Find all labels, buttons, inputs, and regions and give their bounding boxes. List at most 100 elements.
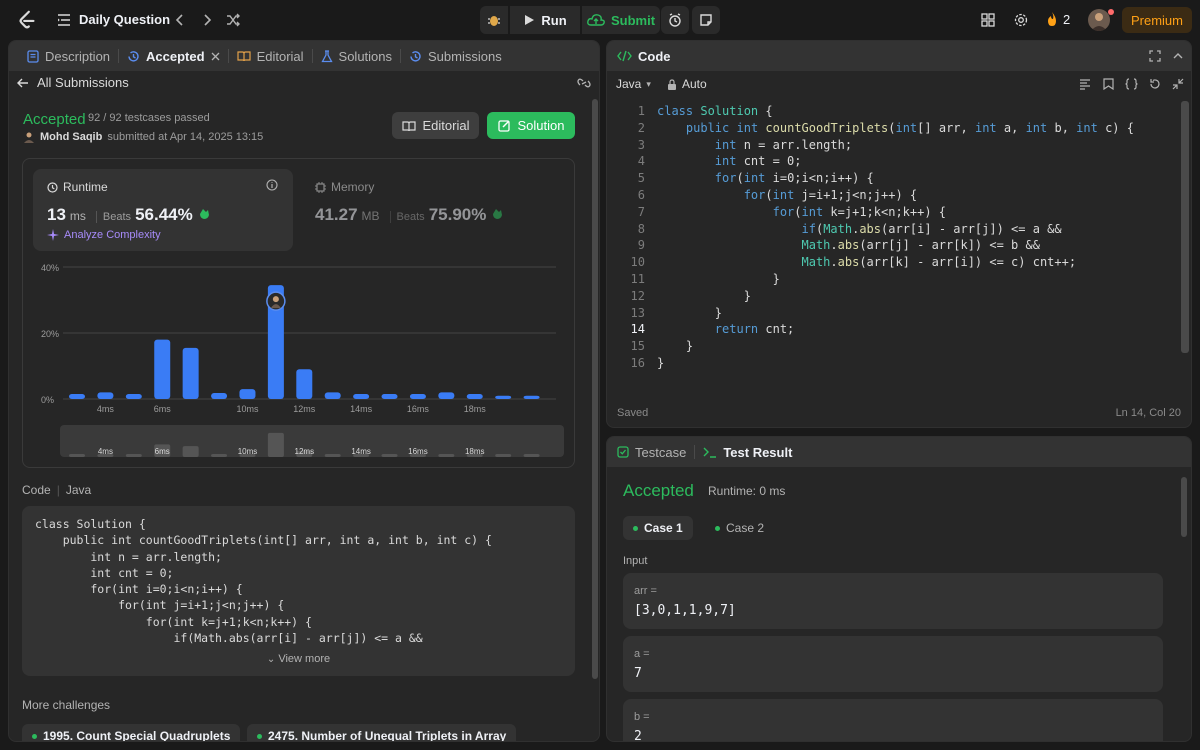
submission-status: Accepted — [23, 111, 86, 128]
editorial-button[interactable]: Editorial — [392, 112, 479, 139]
share-link-icon[interactable] — [577, 77, 591, 89]
clap-hands-icon — [199, 209, 209, 219]
challenge-chip[interactable]: 2475. Number of Unequal Triplets in Arra… — [247, 724, 517, 741]
editor-scrollbar[interactable] — [1181, 101, 1189, 353]
document-icon — [27, 49, 39, 63]
more-challenges-header: More challenges — [22, 698, 111, 712]
bookmark-icon[interactable] — [1103, 78, 1114, 90]
code-line: int n = arr.length; — [714, 137, 853, 152]
premium-button[interactable]: Premium — [1122, 7, 1192, 33]
chart-bar — [353, 394, 370, 399]
tab-accepted[interactable]: Accepted — [119, 41, 228, 71]
streak-counter[interactable]: 2 — [1046, 12, 1070, 27]
chart-bar — [296, 369, 313, 399]
y-tick-label: 0% — [41, 395, 54, 405]
input-variable: a = 7 — [623, 636, 1163, 692]
test-scrollbar[interactable] — [1181, 477, 1187, 537]
chart-bar — [495, 395, 512, 399]
braces-icon[interactable] — [1125, 78, 1138, 90]
submit-button[interactable]: Submit — [582, 6, 660, 34]
tab-submissions[interactable]: Submissions — [401, 41, 510, 71]
chart-bar — [154, 339, 171, 399]
left-scrollbar[interactable] — [592, 99, 598, 679]
runtime-card[interactable]: Runtime 13 ms Beats 56.44% Analyze Compl… — [33, 169, 293, 251]
editor-header: Code — [607, 41, 1191, 71]
mini-tick-label: 18ms — [465, 447, 485, 456]
chevron-right-icon[interactable] — [199, 12, 215, 28]
test-runtime: Runtime: 0 ms — [708, 484, 786, 498]
memory-value-row[interactable]: 41.27 MB Beats 75.90% — [315, 205, 504, 225]
user-avatar-icon — [1091, 13, 1107, 31]
close-icon[interactable] — [211, 52, 220, 61]
sparkle-icon — [47, 229, 59, 241]
chart-bar — [97, 392, 114, 399]
problem-list-icon[interactable] — [56, 12, 72, 28]
x-tick-label: 14ms — [350, 404, 373, 414]
mini-tick-label: 16ms — [408, 447, 428, 456]
case-tab-1[interactable]: Case 1 — [623, 516, 693, 540]
runtime-distribution-chart[interactable]: 0% 20% 40% 4ms 6ms 10ms 12ms 14ms 16ms 18ms 4ms 6ms… — [23, 259, 576, 469]
format-icon[interactable] — [1079, 78, 1091, 90]
mini-tick-label: 4ms — [98, 447, 113, 456]
code-line: Math.abs(arr[j] - arr[k]) <= b && — [801, 238, 1040, 253]
language-select[interactable]: Java ▾ — [616, 77, 651, 91]
submitted-time: submitted at Apr 14, 2025 13:15 — [107, 131, 264, 143]
x-tick-label: 12ms — [293, 404, 316, 414]
info-icon[interactable] — [266, 179, 278, 191]
y-tick-label: 20% — [41, 329, 59, 339]
code-editor[interactable]: class Solution { public int countGoodTri… — [657, 103, 1134, 372]
layout-grid-icon[interactable] — [980, 12, 996, 28]
x-tick-label: 4ms — [97, 404, 115, 414]
test-result-status: Accepted — [623, 481, 694, 500]
stats-box: Runtime 13 ms Beats 56.44% Analyze Compl… — [22, 158, 575, 468]
submitter-name[interactable]: Mohd Saqib — [40, 131, 102, 143]
leetcode-logo-icon[interactable] — [16, 9, 38, 31]
analyze-complexity-link[interactable]: Analyze Complexity — [47, 229, 161, 241]
tab-code[interactable]: Code — [617, 41, 679, 71]
line-number: 6 — [637, 187, 645, 202]
line-number: 13 — [630, 305, 645, 320]
chevron-up-icon[interactable] — [1172, 50, 1184, 62]
all-submissions-link[interactable]: All Submissions — [17, 75, 129, 90]
shuffle-icon[interactable] — [225, 12, 241, 28]
book-icon — [401, 120, 416, 131]
alarm-clock-icon — [669, 13, 681, 27]
pass-dot — [633, 525, 638, 531]
code-header: Code | Java — [22, 483, 92, 497]
tab-solutions[interactable]: Solutions — [313, 41, 400, 71]
autocomplete-mode[interactable]: Auto — [667, 77, 707, 91]
chevron-left-icon[interactable] — [172, 12, 188, 28]
maximize-icon[interactable] — [1149, 50, 1161, 62]
memory-label[interactable]: Memory — [315, 180, 374, 194]
reset-icon[interactable] — [1149, 78, 1161, 90]
run-button[interactable]: Run — [510, 6, 580, 34]
line-number: 14 — [630, 322, 645, 337]
line-number: 2 — [637, 120, 645, 135]
line-number: 7 — [637, 204, 645, 219]
book-icon — [236, 51, 251, 62]
timer-button[interactable] — [661, 6, 689, 34]
clock-icon — [47, 181, 58, 193]
gear-icon[interactable] — [1013, 12, 1029, 28]
tab-editorial[interactable]: Editorial — [229, 41, 312, 71]
chip-icon — [315, 181, 326, 193]
minimize-icon[interactable] — [1172, 78, 1184, 90]
mini-tick-label: 10ms — [238, 447, 258, 456]
solution-button[interactable]: Solution — [487, 112, 575, 139]
tab-testcase[interactable]: Testcase — [617, 437, 694, 467]
mini-bar — [182, 446, 199, 457]
clap-hands-icon — [493, 209, 503, 219]
debug-button[interactable] — [480, 6, 508, 34]
tab-test-result[interactable]: Test Result — [695, 437, 800, 467]
save-status: Saved — [617, 407, 649, 419]
mini-bar — [267, 432, 284, 457]
tab-description[interactable]: Description — [19, 41, 118, 71]
view-more-button[interactable]: ⌄ View more — [22, 653, 575, 665]
challenge-chip[interactable]: 1995. Count Special Quadruplets — [22, 724, 241, 741]
line-number: 9 — [637, 238, 645, 253]
runtime-label: Runtime — [47, 180, 108, 194]
case-tab-2[interactable]: Case 2 — [705, 516, 774, 540]
avatar[interactable] — [1088, 9, 1110, 31]
notes-button[interactable] — [692, 6, 720, 34]
problem-list-title[interactable]: Daily Question — [79, 12, 170, 27]
